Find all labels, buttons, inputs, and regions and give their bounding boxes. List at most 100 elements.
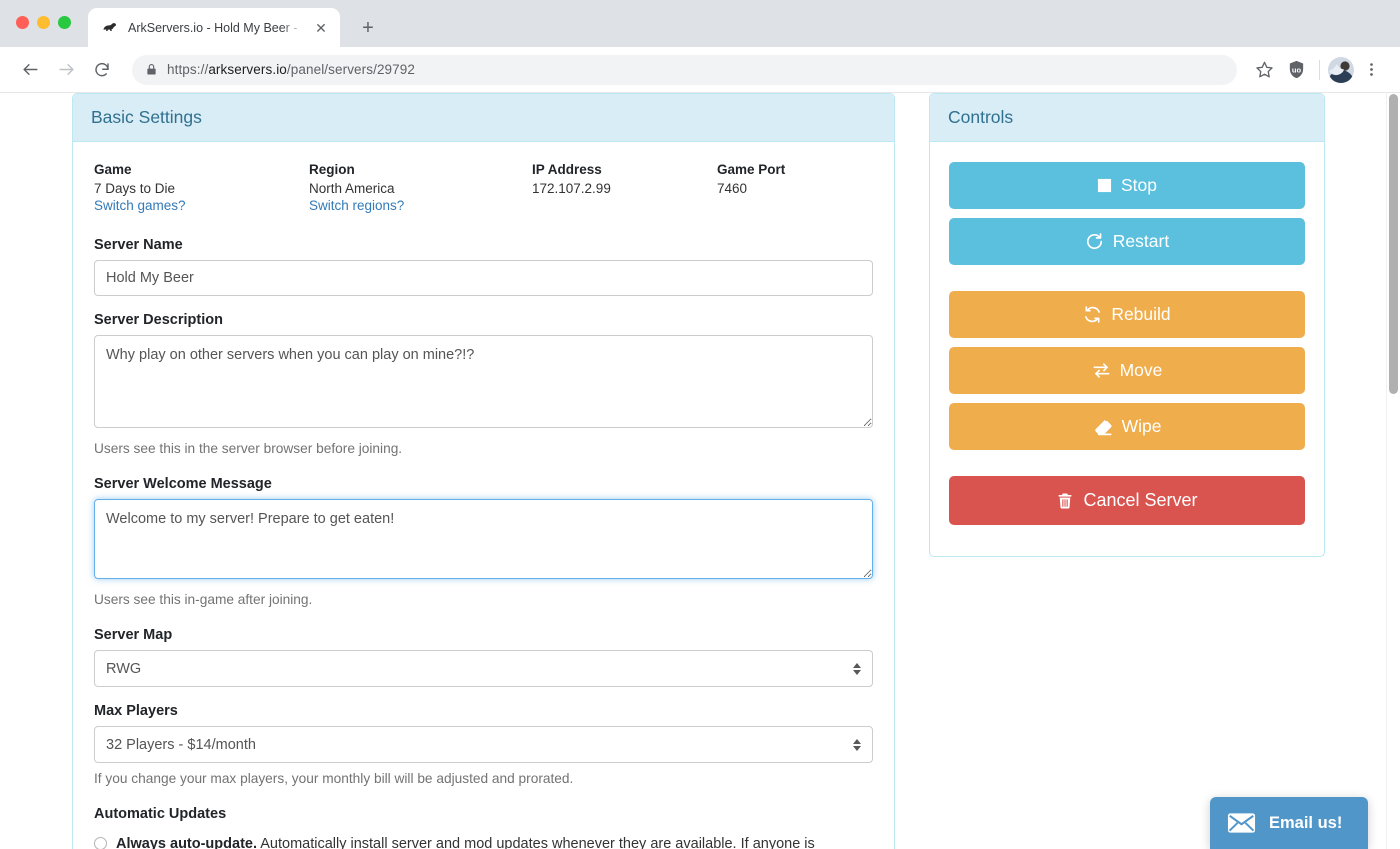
reload-icon[interactable] <box>86 54 118 86</box>
profile-avatar[interactable] <box>1328 56 1354 83</box>
browser-toolbar: https://arkservers.io/panel/servers/2979… <box>0 47 1400 93</box>
envelope-icon <box>1227 812 1256 834</box>
server-map-value: RWG <box>94 650 873 687</box>
url-text: https://arkservers.io/panel/servers/2979… <box>167 62 415 77</box>
meta-value: 7 Days to Die <box>94 181 176 196</box>
welcome-message-field: Server Welcome Message Users see this in… <box>94 476 873 607</box>
basic-settings-body: Game 7 Days to Die Switch games? Region … <box>73 142 894 849</box>
address-bar[interactable]: https://arkservers.io/panel/servers/2979… <box>132 54 1237 85</box>
close-window-button[interactable] <box>16 16 29 29</box>
window-traffic-lights <box>16 16 71 29</box>
minimize-window-button[interactable] <box>37 16 50 29</box>
page-title: Basic Settings <box>91 107 202 127</box>
server-description-textarea[interactable] <box>94 335 873 428</box>
server-map-label: Server Map <box>94 627 173 643</box>
server-description-help: Users see this in the server browser bef… <box>94 441 403 456</box>
option-description: Automatically install server and mod upd… <box>260 836 815 849</box>
meta-region: Region North America Switch regions? <box>309 162 532 213</box>
meta-value: 172.107.2.99 <box>532 181 611 196</box>
server-map-select[interactable]: RWG <box>94 650 873 687</box>
rebuild-button-label: Rebuild <box>1111 304 1171 324</box>
welcome-message-help: Users see this in-game after joining. <box>94 592 313 607</box>
max-players-label: Max Players <box>94 703 178 719</box>
controls-title: Controls <box>948 107 1014 127</box>
meta-label: IP Address <box>532 162 602 177</box>
always-auto-update-text: Always auto-update. Automatically instal… <box>116 834 815 849</box>
move-button[interactable]: Move <box>949 347 1305 394</box>
controls-panel: Controls Stop Restart Rebuild Move Wipe … <box>929 93 1325 557</box>
max-players-field: Max Players 32 Players - $14/month If yo… <box>94 703 873 786</box>
restart-button[interactable]: Restart <box>949 218 1305 265</box>
server-name-label: Server Name <box>94 237 183 253</box>
svg-text:uo: uo <box>1291 65 1301 74</box>
cancel-server-button[interactable]: Cancel Server <box>949 476 1305 525</box>
move-button-label: Move <box>1119 360 1163 380</box>
rebuild-button[interactable]: Rebuild <box>949 291 1305 338</box>
meta-game-port: Game Port 7460 <box>717 162 785 213</box>
button-group-divider <box>949 274 1305 291</box>
url-scheme: https:// <box>167 62 209 77</box>
move-exchange-arrows-icon <box>1092 361 1111 380</box>
restart-circular-arrow-icon <box>1085 232 1104 251</box>
email-us-label: Email us! <box>1269 813 1343 832</box>
meta-value: North America <box>309 181 395 196</box>
switch-regions-link[interactable]: Switch regions? <box>309 198 532 213</box>
max-players-value: 32 Players - $14/month <box>94 726 873 763</box>
url-domain: arkservers.io <box>208 62 287 77</box>
radio-button-icon[interactable] <box>94 837 107 849</box>
page-viewport: Basic Settings Game 7 Days to Die Switch… <box>0 93 1400 849</box>
wipe-button[interactable]: Wipe <box>949 403 1305 450</box>
server-description-label: Server Description <box>94 312 223 328</box>
scrollbar-thumb[interactable] <box>1389 94 1398 394</box>
server-description-field: Server Description Users see this in the… <box>94 312 873 456</box>
forward-arrow-icon[interactable] <box>50 54 82 86</box>
tab-title: ArkServers.io - Hold My Beer - <box>128 20 298 35</box>
welcome-message-textarea[interactable] <box>94 499 873 579</box>
plus-icon[interactable]: + <box>354 14 382 42</box>
stop-button-label: Stop <box>1121 175 1157 195</box>
automatic-updates-label: Automatic Updates <box>94 806 227 822</box>
toolbar-divider <box>1319 59 1320 80</box>
automatic-updates-field: Automatic Updates Always auto-update. Au… <box>94 806 873 849</box>
max-players-help: If you change your max players, your mon… <box>94 771 574 786</box>
page-content: Basic Settings Game 7 Days to Die Switch… <box>0 93 1386 849</box>
meta-label: Game Port <box>717 162 786 177</box>
meta-label: Game <box>94 162 132 177</box>
option-bold-label: Always auto-update. <box>116 836 257 849</box>
shield-ublock-icon[interactable]: uo <box>1281 55 1311 85</box>
back-arrow-icon[interactable] <box>14 54 46 86</box>
star-icon[interactable] <box>1249 55 1279 85</box>
basic-settings-header: Basic Settings <box>73 94 894 142</box>
server-name-field: Server Name <box>94 237 873 296</box>
stop-button[interactable]: Stop <box>949 162 1305 209</box>
page-scrollbar[interactable] <box>1386 93 1400 849</box>
server-name-input[interactable] <box>94 260 873 296</box>
restart-button-label: Restart <box>1112 231 1170 251</box>
close-icon[interactable]: ✕ <box>312 19 330 37</box>
meta-value: 7460 <box>717 181 748 196</box>
three-dots-menu-icon[interactable] <box>1356 55 1386 85</box>
meta-label: Region <box>309 162 355 177</box>
max-players-select[interactable]: 32 Players - $14/month <box>94 726 873 763</box>
browser-window: ArkServers.io - Hold My Beer - ✕ + https… <box>0 0 1400 849</box>
meta-ip-address: IP Address 172.107.2.99 <box>532 162 717 213</box>
button-group-divider <box>949 459 1305 476</box>
email-us-widget[interactable]: Email us! <box>1210 797 1368 849</box>
stop-square-icon <box>1097 178 1112 193</box>
maximize-window-button[interactable] <box>58 16 71 29</box>
controls-body: Stop Restart Rebuild Move Wipe Cancel Se… <box>930 142 1324 556</box>
switch-games-link[interactable]: Switch games? <box>94 198 309 213</box>
welcome-message-label: Server Welcome Message <box>94 476 272 492</box>
cancel-server-button-label: Cancel Server <box>1083 490 1198 510</box>
url-path: /panel/servers/29792 <box>286 62 415 77</box>
lock-icon <box>146 63 157 76</box>
server-map-field: Server Map RWG <box>94 627 873 687</box>
toolbar-icons: uo <box>1249 55 1386 85</box>
meta-game: Game 7 Days to Die Switch games? <box>94 162 309 213</box>
wipe-eraser-icon <box>1093 417 1113 437</box>
browser-tab[interactable]: ArkServers.io - Hold My Beer - ✕ <box>88 8 340 47</box>
rebuild-sync-icon <box>1083 305 1102 324</box>
always-auto-update-option[interactable]: Always auto-update. Automatically instal… <box>94 834 873 849</box>
controls-header: Controls <box>930 94 1324 142</box>
tab-strip: ArkServers.io - Hold My Beer - ✕ + <box>0 0 1400 47</box>
